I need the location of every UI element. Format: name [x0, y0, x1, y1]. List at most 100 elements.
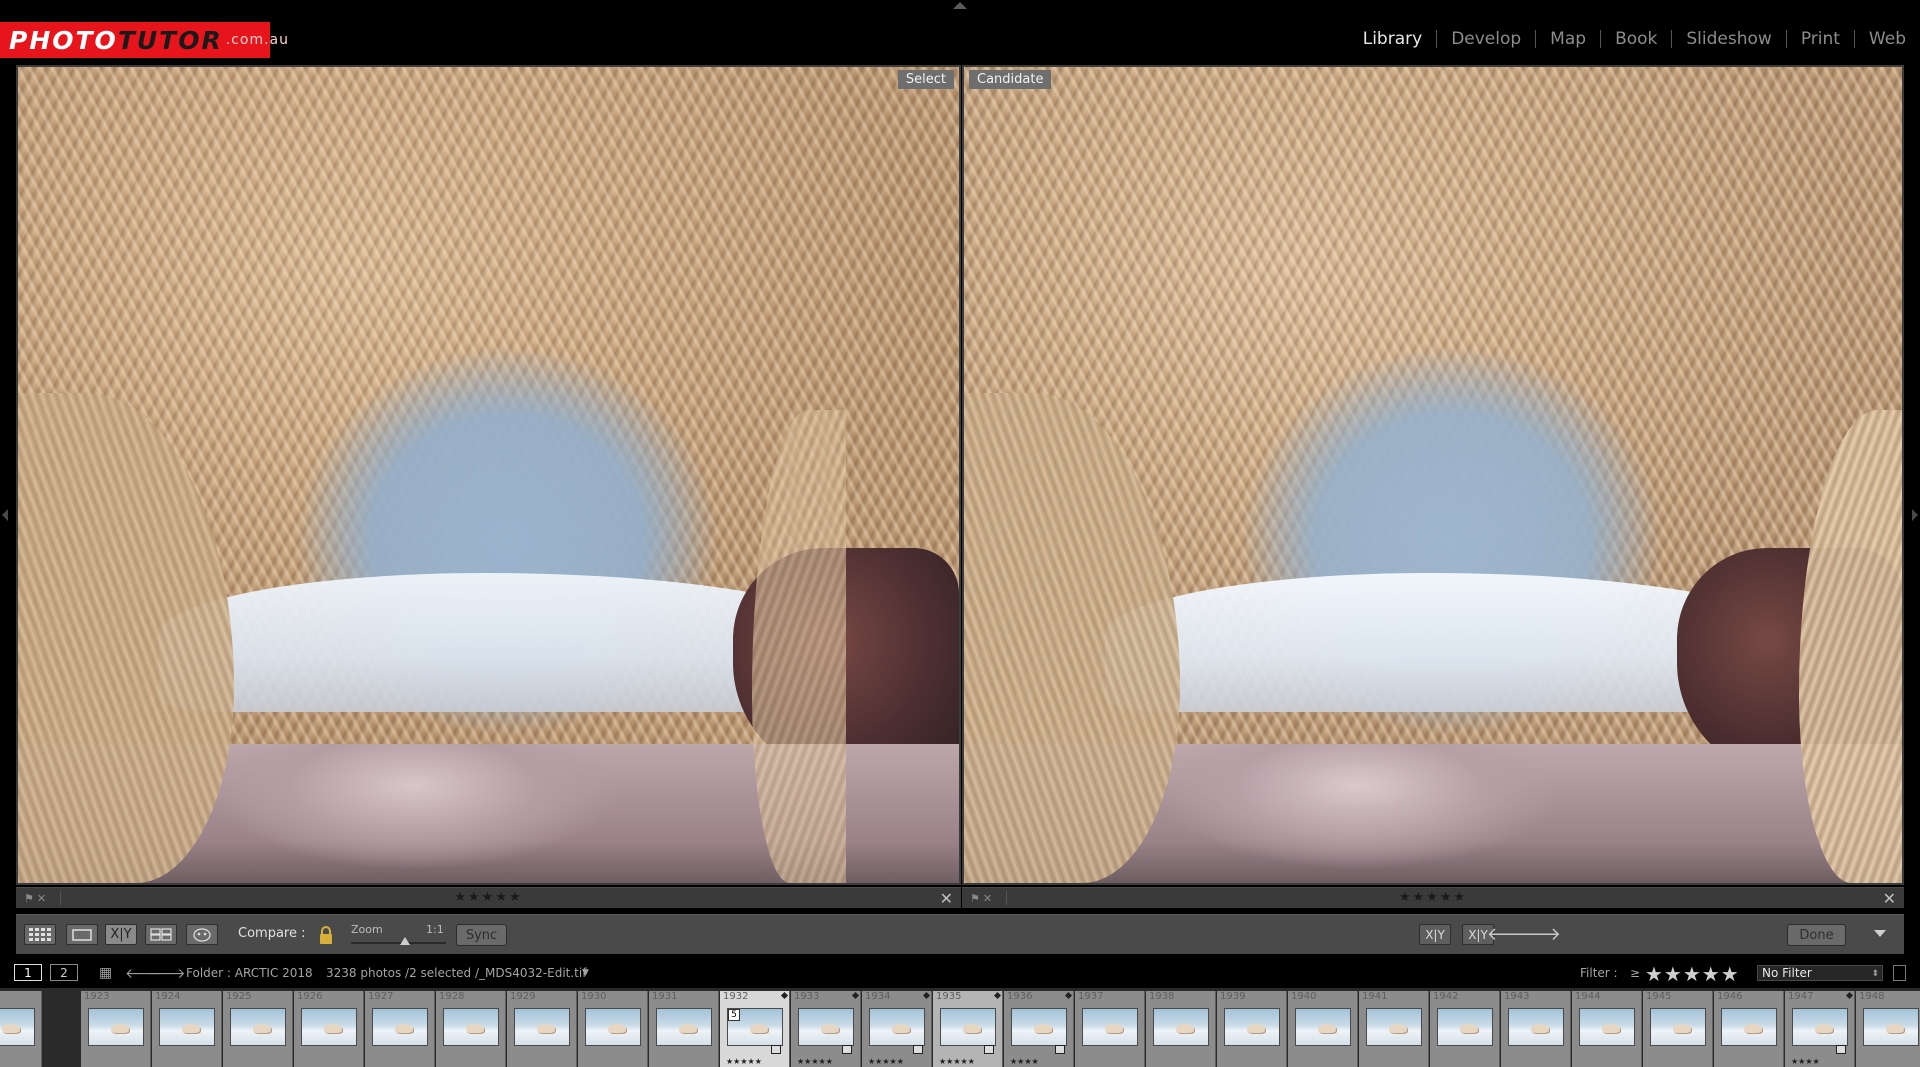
- filmstrip-thumbnail[interactable]: 1933 ★★★★★: [791, 991, 861, 1067]
- thumbnail-image[interactable]: [798, 1008, 854, 1046]
- filmstrip-thumbnail[interactable]: 1929: [507, 991, 577, 1067]
- thumbnail-image[interactable]: [514, 1008, 570, 1046]
- toolbar-menu-chevron-icon[interactable]: [1874, 930, 1886, 937]
- compare-view-button[interactable]: X|Y: [105, 924, 137, 945]
- survey-view-button[interactable]: [145, 924, 177, 945]
- filmstrip-thumbnail[interactable]: [0, 991, 42, 1067]
- thumbnail-image[interactable]: [585, 1008, 641, 1046]
- close-select-icon[interactable]: ✕: [940, 889, 953, 908]
- filmstrip-thumbnail[interactable]: 1947 ★★★★: [1785, 991, 1855, 1067]
- window-1-button[interactable]: 1: [14, 964, 42, 981]
- thumbnail-image[interactable]: [869, 1008, 925, 1046]
- thumbnail-image[interactable]: [1579, 1008, 1635, 1046]
- filmstrip-thumbnail[interactable]: 1936 ★★★★: [1004, 991, 1074, 1067]
- filmstrip-thumbnail[interactable]: 1925: [223, 991, 293, 1067]
- module-book[interactable]: Book: [1601, 30, 1673, 48]
- thumbnail-image[interactable]: [940, 1008, 996, 1046]
- grid-view-button[interactable]: [24, 924, 56, 945]
- thumbnail-image[interactable]: [1082, 1008, 1138, 1046]
- candidate-photo[interactable]: [964, 67, 1902, 883]
- source-folder[interactable]: Folder : ARCTIC 2018: [186, 966, 313, 980]
- thumbnail-image[interactable]: [1721, 1008, 1777, 1046]
- thumbnail-image[interactable]: [0, 1008, 35, 1046]
- filter-lock-icon[interactable]: [1893, 965, 1906, 981]
- filmstrip-thumbnail[interactable]: 1924: [152, 991, 222, 1067]
- flag-icons[interactable]: ⚑✕: [970, 892, 995, 905]
- next-arrow-icon[interactable]: 🡒: [1513, 926, 1561, 944]
- module-library[interactable]: Library: [1349, 30, 1438, 48]
- grid-small-icon[interactable]: ▦: [99, 965, 112, 981]
- top-panel-toggle-icon[interactable]: [953, 2, 967, 9]
- zoom-slider[interactable]: [351, 942, 446, 944]
- filmstrip-thumbnail[interactable]: 1941: [1359, 991, 1429, 1067]
- left-panel-toggle-icon[interactable]: [2, 509, 8, 521]
- filmstrip-thumbnail[interactable]: 1923: [81, 991, 151, 1067]
- module-develop[interactable]: Develop: [1437, 30, 1537, 48]
- window-2-button[interactable]: 2: [50, 964, 78, 981]
- filmstrip-thumbnail[interactable]: 1931: [649, 991, 719, 1067]
- filmstrip[interactable]: 1923 1924 1925 1926 1927 1928 1929 1930 1931 1932…: [0, 988, 1920, 1067]
- photo-count[interactable]: 3238 photos /2 selected /_MDS4032-Edit.t…: [326, 966, 586, 980]
- filmstrip-thumbnail[interactable]: 1934 ★★★★★: [862, 991, 932, 1067]
- filmstrip-thumbnail[interactable]: 1944: [1572, 991, 1642, 1067]
- lightroom-window: PHOTO TUTOR .com.au Library Develop Map Bo…: [0, 0, 1920, 1067]
- thumbnail-image[interactable]: [1863, 1008, 1919, 1046]
- filter-preset-select[interactable]: No Filter ⬍: [1757, 965, 1883, 981]
- filename-dropdown-icon[interactable]: ▼: [582, 968, 589, 978]
- filter-preset-value: No Filter: [1762, 966, 1812, 980]
- filmstrip-thumbnail[interactable]: 1928: [436, 991, 506, 1067]
- right-panel-toggle-icon[interactable]: [1912, 509, 1918, 521]
- zoom-slider-thumb[interactable]: [400, 937, 410, 945]
- thumbnail-image[interactable]: [1650, 1008, 1706, 1046]
- module-slideshow[interactable]: Slideshow: [1672, 30, 1787, 48]
- module-map[interactable]: Map: [1536, 30, 1602, 48]
- thumbnail-image[interactable]: [1366, 1008, 1422, 1046]
- select-photo[interactable]: [18, 67, 959, 883]
- people-view-button[interactable]: [186, 924, 218, 945]
- filmstrip-thumbnail[interactable]: 1940: [1288, 991, 1358, 1067]
- filter-operator[interactable]: ≥: [1630, 966, 1640, 980]
- module-print[interactable]: Print: [1787, 30, 1855, 48]
- filmstrip-thumbnail[interactable]: 1927: [365, 991, 435, 1067]
- thumbnail-image[interactable]: [1224, 1008, 1280, 1046]
- thumbnail-image[interactable]: [1437, 1008, 1493, 1046]
- close-candidate-icon[interactable]: ✕: [1883, 889, 1896, 908]
- thumbnail-image[interactable]: [1153, 1008, 1209, 1046]
- thumbnail-image[interactable]: [88, 1008, 144, 1046]
- thumbnail-image[interactable]: [443, 1008, 499, 1046]
- select-rating-stars[interactable]: ★★★★★: [454, 890, 522, 905]
- filmstrip-thumbnail[interactable]: 1926: [294, 991, 364, 1067]
- select-image-pane[interactable]: Select: [16, 65, 961, 885]
- module-web[interactable]: Web: [1855, 30, 1906, 48]
- candidate-image-pane[interactable]: Candidate: [962, 65, 1904, 885]
- thumbnail-image[interactable]: [372, 1008, 428, 1046]
- swap-button[interactable]: X|Y: [1419, 924, 1451, 945]
- candidate-rating-stars[interactable]: ★★★★★: [1399, 890, 1467, 905]
- filmstrip-thumbnail[interactable]: 1938: [1146, 991, 1216, 1067]
- flag-icons[interactable]: ⚑✕: [24, 892, 49, 905]
- lock-icon[interactable]: [319, 925, 333, 949]
- forward-arrow-icon[interactable]: 🡒: [148, 965, 186, 982]
- filmstrip-thumbnail[interactable]: 1945: [1643, 991, 1713, 1067]
- filter-stars[interactable]: ★★★★★: [1645, 962, 1740, 986]
- sync-button[interactable]: Sync: [456, 924, 507, 946]
- filmstrip-thumbnail[interactable]: 1937: [1075, 991, 1145, 1067]
- thumbnail-image[interactable]: [1508, 1008, 1564, 1046]
- filmstrip-thumbnail[interactable]: 1930: [578, 991, 648, 1067]
- thumbnail-image[interactable]: [230, 1008, 286, 1046]
- thumbnail-image[interactable]: [1792, 1008, 1848, 1046]
- filmstrip-thumbnail[interactable]: 1935 ★★★★★: [933, 991, 1003, 1067]
- filmstrip-thumbnail[interactable]: 1942: [1430, 991, 1500, 1067]
- filmstrip-thumbnail[interactable]: 1939: [1217, 991, 1287, 1067]
- thumbnail-image[interactable]: [1011, 1008, 1067, 1046]
- filmstrip-thumbnail[interactable]: 1943: [1501, 991, 1571, 1067]
- filmstrip-thumbnail[interactable]: 1932 5 ★★★★★: [720, 991, 790, 1067]
- thumbnail-image[interactable]: [656, 1008, 712, 1046]
- filmstrip-thumbnail[interactable]: 1946: [1714, 991, 1784, 1067]
- filmstrip-thumbnail[interactable]: 1948: [1856, 991, 1920, 1067]
- done-button[interactable]: Done: [1787, 924, 1846, 946]
- loupe-view-button[interactable]: [66, 924, 98, 945]
- thumbnail-image[interactable]: [301, 1008, 357, 1046]
- thumbnail-image[interactable]: [1295, 1008, 1351, 1046]
- thumbnail-image[interactable]: [159, 1008, 215, 1046]
